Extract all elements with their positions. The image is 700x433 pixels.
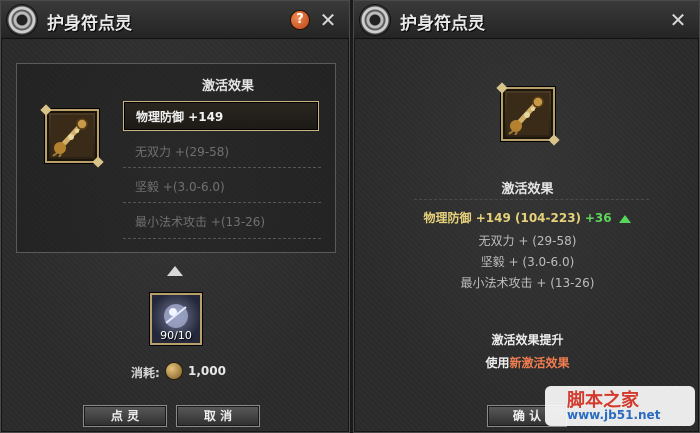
effects-heading: 激活效果 (201, 79, 254, 94)
upgrade-text: 使用新激活效果 (354, 354, 700, 371)
main-stat: 物理防御 +149 (104-223) (423, 211, 582, 225)
up-arrow-icon (167, 266, 183, 276)
main-stat-delta: +36 (584, 211, 612, 225)
divider (414, 199, 649, 200)
effect-option[interactable]: 坚毅 +(3.0-6.0) (123, 172, 319, 202)
watermark-logo: 脚本之家 www.jb51.net (545, 386, 695, 426)
coin-icon (166, 363, 182, 379)
material-slot[interactable]: 90/10 (150, 293, 202, 345)
stat-line: 坚毅 + (3.0-6.0) (480, 255, 575, 269)
panel-title: 护身符点灵 (47, 14, 132, 34)
amulet-icon (51, 115, 93, 157)
amulet-result-panel: 护身符点灵 ✕ 激活效果 物理防御 +149 (104-223) +36 无双力… (353, 0, 700, 433)
amulet-slot[interactable] (45, 109, 99, 163)
effects-heading: 激活效果 (501, 182, 554, 197)
upgrade-text-accent: 新激活效果 (509, 356, 570, 370)
effect-option-selected[interactable]: 物理防御 +149 (123, 101, 319, 131)
close-icon[interactable]: ✕ (667, 9, 689, 31)
stat-line: 最小法术攻击 + (13-26) (460, 276, 595, 290)
material-count: 90/10 (160, 329, 192, 342)
amulet-icon (507, 93, 549, 135)
amulet-slot[interactable] (501, 87, 555, 141)
main-stat-line: 物理防御 +149 (104-223) +36 (354, 209, 700, 226)
refine-button[interactable]: 点 灵 (83, 405, 167, 427)
divider (123, 202, 321, 203)
effect-option[interactable]: 无双力 +(29-58) (123, 137, 319, 167)
cancel-button[interactable]: 取 消 (176, 405, 260, 427)
effect-option[interactable]: 最小法术攻击 +(13-26) (123, 207, 319, 237)
help-icon[interactable]: ? (291, 11, 309, 29)
stat-line: 无双力 + (29-58) (478, 234, 577, 248)
watermark-url: www.jb51.net (567, 408, 661, 422)
title-bar: 护身符点灵 ✕ (354, 1, 699, 39)
panel-title: 护身符点灵 (400, 14, 485, 34)
title-bar: 护身符点灵 ? ✕ (1, 1, 349, 39)
close-icon[interactable]: ✕ (317, 9, 339, 31)
gear-icon (360, 5, 390, 35)
cost-label: 消耗: (131, 366, 160, 380)
upgrade-text-prefix: 使用 (485, 356, 510, 370)
cost-value: 1,000 (188, 364, 226, 378)
divider (123, 167, 321, 168)
gear-icon (7, 5, 37, 35)
amulet-refine-panel: 护身符点灵 ? ✕ 激活效果 物理防御 +149 无双力 +(29-58) 坚毅… (0, 0, 350, 433)
divider (123, 238, 321, 239)
upgrade-title: 激活效果提升 (491, 333, 564, 347)
increase-arrow-icon (619, 214, 632, 223)
